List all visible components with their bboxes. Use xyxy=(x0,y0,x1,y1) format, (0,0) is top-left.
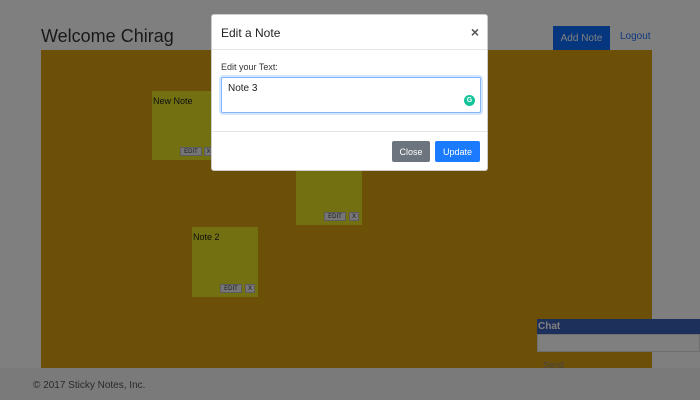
edit-text-label: Edit your Text: xyxy=(221,62,278,72)
update-button[interactable]: Update xyxy=(435,141,480,162)
note-text-field[interactable]: Note 3 xyxy=(221,77,481,113)
modal-title: Edit a Note xyxy=(221,26,281,40)
close-button[interactable]: Close xyxy=(392,141,430,162)
modal-header-divider xyxy=(212,49,487,50)
close-icon[interactable]: × xyxy=(471,24,479,40)
modal-footer-divider xyxy=(212,131,487,132)
grammarly-icon[interactable]: G xyxy=(464,95,475,106)
edit-note-modal: Edit a Note × Edit your Text: Note 3 G C… xyxy=(211,14,488,171)
